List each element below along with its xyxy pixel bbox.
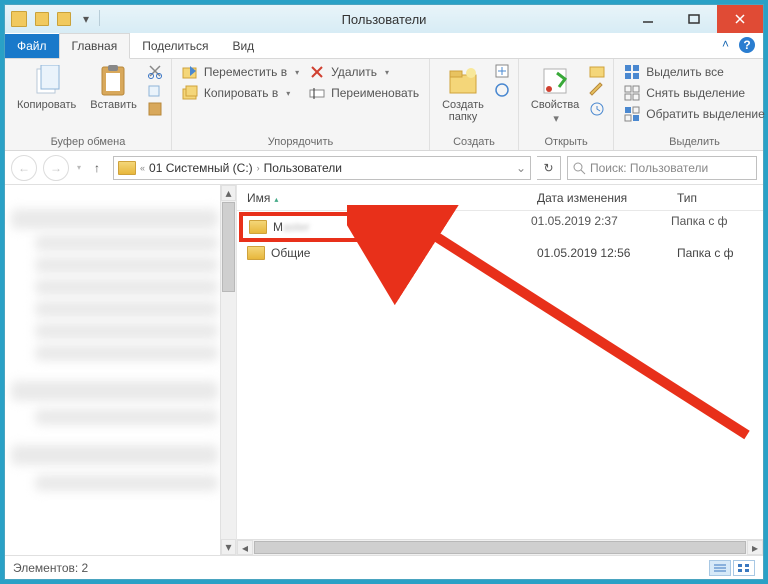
- table-row[interactable]: Общие 01.05.2019 12:56 Папка с ф: [237, 240, 763, 266]
- breadcrumb[interactable]: 01 Системный (C:): [149, 161, 253, 175]
- address-bar[interactable]: « 01 Системный (C:) › Пользователи ⌄: [113, 156, 531, 180]
- back-button[interactable]: ←: [11, 155, 37, 181]
- column-headers[interactable]: Имя▴ Дата изменения Тип: [237, 185, 763, 211]
- group-organize: Переместить в▾ Копировать в▾ Удалить▾ Пе…: [172, 59, 430, 150]
- history-icon[interactable]: [589, 101, 605, 117]
- paste-shortcut-icon[interactable]: [147, 101, 163, 117]
- breadcrumb[interactable]: Пользователи: [264, 161, 342, 175]
- app-icon: [11, 11, 27, 27]
- address-dropdown-icon[interactable]: ⌄: [516, 161, 526, 175]
- cell-type: Папка с ф: [671, 214, 728, 228]
- qat-dropdown[interactable]: ▾: [77, 10, 95, 28]
- copy-to-button[interactable]: Копировать в▾: [180, 84, 301, 102]
- tab-share[interactable]: Поделиться: [130, 34, 220, 58]
- window-title: Пользователи: [342, 12, 427, 27]
- help-icon[interactable]: ?: [739, 37, 755, 53]
- maximize-button[interactable]: [671, 5, 717, 33]
- select-none-button[interactable]: Снять выделение: [622, 84, 767, 102]
- icons-view-button[interactable]: [733, 560, 755, 576]
- search-input[interactable]: Поиск: Пользователи: [567, 156, 757, 180]
- properties-button[interactable]: Свойства▾: [527, 63, 583, 127]
- history-dropdown[interactable]: ▾: [77, 163, 81, 172]
- open-icon[interactable]: [589, 63, 605, 79]
- content-area: ▴ ▾ Имя▴ Дата изменения Тип Master 01.05…: [5, 185, 763, 555]
- invert-selection-button[interactable]: Обратить выделение: [622, 105, 767, 123]
- explorer-window: ▾ Пользователи Файл Главная Поделиться В…: [4, 4, 764, 580]
- file-list: Имя▴ Дата изменения Тип Master 01.05.201…: [237, 185, 763, 555]
- qat-item[interactable]: [55, 10, 73, 28]
- edit-icon[interactable]: [589, 82, 605, 98]
- new-folder-button[interactable]: Создать папку: [438, 63, 488, 125]
- folder-icon: [118, 161, 136, 175]
- group-open: Свойства▾ Открыть: [519, 59, 614, 150]
- folder-icon: [247, 246, 265, 260]
- navigation-pane[interactable]: ▴ ▾: [5, 185, 237, 555]
- select-all-button[interactable]: Выделить все: [622, 63, 767, 81]
- table-row[interactable]: Master: [241, 214, 411, 240]
- minimize-button[interactable]: [625, 5, 671, 33]
- qat-item[interactable]: [33, 10, 51, 28]
- close-button[interactable]: [717, 5, 763, 33]
- refresh-button[interactable]: ↻: [537, 156, 561, 180]
- status-text: Элементов: 2: [13, 561, 88, 575]
- ribbon: Копировать Вставить Буфер обмена Перемес…: [5, 59, 763, 151]
- up-button[interactable]: ↑: [87, 158, 107, 178]
- forward-button[interactable]: →: [43, 155, 69, 181]
- details-view-button[interactable]: [709, 560, 731, 576]
- folder-icon: [249, 220, 267, 234]
- group-select: Выделить все Снять выделение Обратить вы…: [614, 59, 768, 150]
- horizontal-scrollbar[interactable]: ◂ ▸: [237, 539, 763, 555]
- move-to-button[interactable]: Переместить в▾: [180, 63, 301, 81]
- title-bar: ▾ Пользователи: [5, 5, 763, 33]
- ribbon-collapse-icon[interactable]: ˄: [722, 37, 729, 53]
- delete-button[interactable]: Удалить▾: [307, 63, 421, 81]
- rename-button[interactable]: Переименовать: [307, 84, 421, 102]
- copy-button[interactable]: Копировать: [13, 63, 80, 113]
- group-clipboard: Копировать Вставить Буфер обмена: [5, 59, 172, 150]
- group-new: Создать папку Создать: [430, 59, 519, 150]
- ribbon-tabs: Файл Главная Поделиться Вид ˄ ?: [5, 33, 763, 59]
- easy-access-icon[interactable]: [494, 82, 510, 98]
- sidebar-scrollbar[interactable]: ▴ ▾: [220, 185, 236, 555]
- copy-path-icon[interactable]: [147, 82, 163, 98]
- tab-view[interactable]: Вид: [220, 34, 266, 58]
- cut-icon[interactable]: [147, 63, 163, 79]
- search-icon: [572, 161, 586, 175]
- paste-button[interactable]: Вставить: [86, 63, 141, 113]
- new-item-icon[interactable]: [494, 63, 510, 79]
- status-bar: Элементов: 2: [5, 555, 763, 579]
- navigation-bar: ← → ▾ ↑ « 01 Системный (C:) › Пользовате…: [5, 151, 763, 185]
- cell-date: 01.05.2019 2:37: [531, 214, 618, 228]
- tab-home[interactable]: Главная: [59, 33, 131, 59]
- tab-file[interactable]: Файл: [5, 34, 59, 58]
- sort-indicator-icon: ▴: [274, 195, 278, 204]
